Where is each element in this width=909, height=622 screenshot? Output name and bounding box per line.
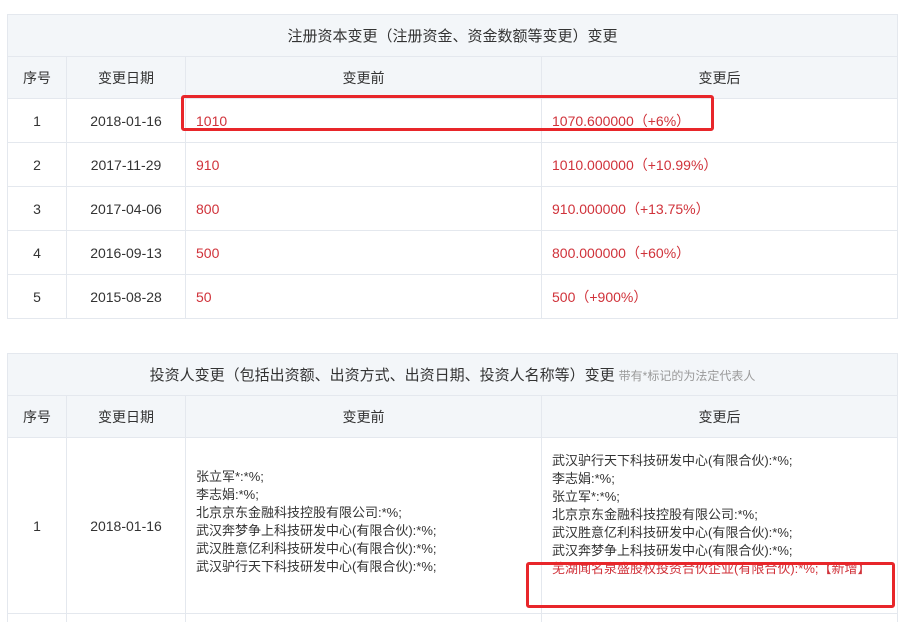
row-after: 1010.000000（+10.99%） [540, 142, 899, 187]
row-before: 500 [185, 230, 542, 275]
investor-section-title: 投资人变更（包括出资额、出资方式、出资日期、投资人名称等）变更 [149, 367, 615, 384]
header-date: 变更日期 [66, 56, 186, 99]
row-date: 2018-01-16 [66, 437, 186, 614]
table-header-row: 序号 变更日期 变更前 变更后 [7, 56, 899, 99]
header-no: 序号 [7, 56, 67, 99]
row-after: 910.000000（+13.75%） [540, 186, 899, 231]
investor-entry: 张立军*:*%; [196, 469, 264, 484]
row-date: 2017-04-06 [66, 186, 186, 231]
table-row: 1 2018-01-16 张立军*:*%; 李志娟:*%; 北京京东金融科技控股… [7, 437, 898, 614]
investor-entry: 武汉驴行天下科技研发中心(有限合伙):*%; [196, 559, 437, 574]
header-no: 序号 [7, 395, 67, 438]
investor-entry: 李志娟:*%; [196, 487, 259, 502]
row-no: 2 [7, 142, 67, 187]
investor-entry: 李志娟:*%; [552, 471, 615, 486]
cell-empty [541, 613, 898, 622]
row-no: 3 [7, 186, 67, 231]
investors-after: 武汉驴行天下科技研发中心(有限合伙):*%; 李志娟:*%; 张立军*:*%; … [541, 437, 898, 614]
table-row: 5 2015-08-28 50 500（+900%） [7, 274, 899, 319]
row-date: 2017-11-29 [66, 142, 186, 187]
row-date: 2015-08-28 [66, 274, 186, 319]
investor-entry: 北京京东金融科技控股有限公司:*%; [552, 507, 758, 522]
row-after: 800.000000（+60%） [540, 230, 899, 275]
row-no: 4 [7, 230, 67, 275]
investor-entry: 武汉胜意亿利科技研发中心(有限合伙):*%; [552, 525, 793, 540]
row-no: 1 [7, 437, 67, 614]
investor-entry: 北京京东金融科技控股有限公司:*%; [196, 505, 402, 520]
table-row [7, 613, 898, 622]
row-no: 1 [7, 98, 67, 143]
investor-section-title-cell: 投资人变更（包括出资额、出资方式、出资日期、投资人名称等）变更 带有*标记的为法定… [7, 353, 898, 396]
investor-change-table: 投资人变更（包括出资额、出资方式、出资日期、投资人名称等）变更 带有*标记的为法定… [7, 353, 898, 622]
row-date: 2018-01-16 [66, 98, 186, 143]
table-row: 3 2017-04-06 800 910.000000（+13.75%） [7, 186, 899, 231]
table-row: 1 2018-01-16 1010 1070.600000（+6%） [7, 98, 899, 143]
header-date: 变更日期 [66, 395, 186, 438]
investor-entry: 张立军*:*%; [552, 489, 620, 504]
cell-empty [7, 613, 67, 622]
header-after: 变更后 [540, 56, 899, 99]
investor-entry: 武汉奔梦争上科技研发中心(有限合伙):*%; [552, 543, 793, 558]
capital-change-table: 注册资本变更（注册资金、资金数额等变更）变更 序号 变更日期 变更前 变更后 1… [6, 14, 899, 319]
row-before: 1010 [185, 98, 542, 143]
investors-before: 张立军*:*%; 李志娟:*%; 北京京东金融科技控股有限公司:*%; 武汉奔梦… [185, 437, 542, 614]
header-before: 变更前 [185, 56, 542, 99]
capital-section-title: 注册资本变更（注册资金、资金数额等变更）变更 [6, 14, 899, 57]
row-before: 800 [185, 186, 542, 231]
investor-entry: 武汉奔梦争上科技研发中心(有限合伙):*%; [196, 523, 437, 538]
row-no: 5 [7, 274, 67, 319]
cell-empty [66, 613, 186, 622]
legal-rep-note: 带有*标记的为法定代表人 [618, 369, 756, 383]
cell-empty [185, 613, 542, 622]
investor-entry: 武汉驴行天下科技研发中心(有限合伙):*%; [552, 453, 793, 468]
table-row: 2 2017-11-29 910 1010.000000（+10.99%） [7, 142, 899, 187]
investor-entry-new: 芜湖闻名泉盛股权投资合伙企业(有限合伙):*%;【新增】 [552, 561, 871, 576]
table-row: 4 2016-09-13 500 800.000000（+60%） [7, 230, 899, 275]
row-date: 2016-09-13 [66, 230, 186, 275]
investor-entry: 武汉胜意亿利科技研发中心(有限合伙):*%; [196, 541, 437, 556]
table-header-row: 序号 变更日期 变更前 变更后 [7, 395, 898, 438]
row-before: 910 [185, 142, 542, 187]
header-before: 变更前 [185, 395, 542, 438]
row-after: 500（+900%） [540, 274, 899, 319]
row-before: 50 [185, 274, 542, 319]
header-after: 变更后 [541, 395, 898, 438]
row-after: 1070.600000（+6%） [540, 98, 899, 143]
